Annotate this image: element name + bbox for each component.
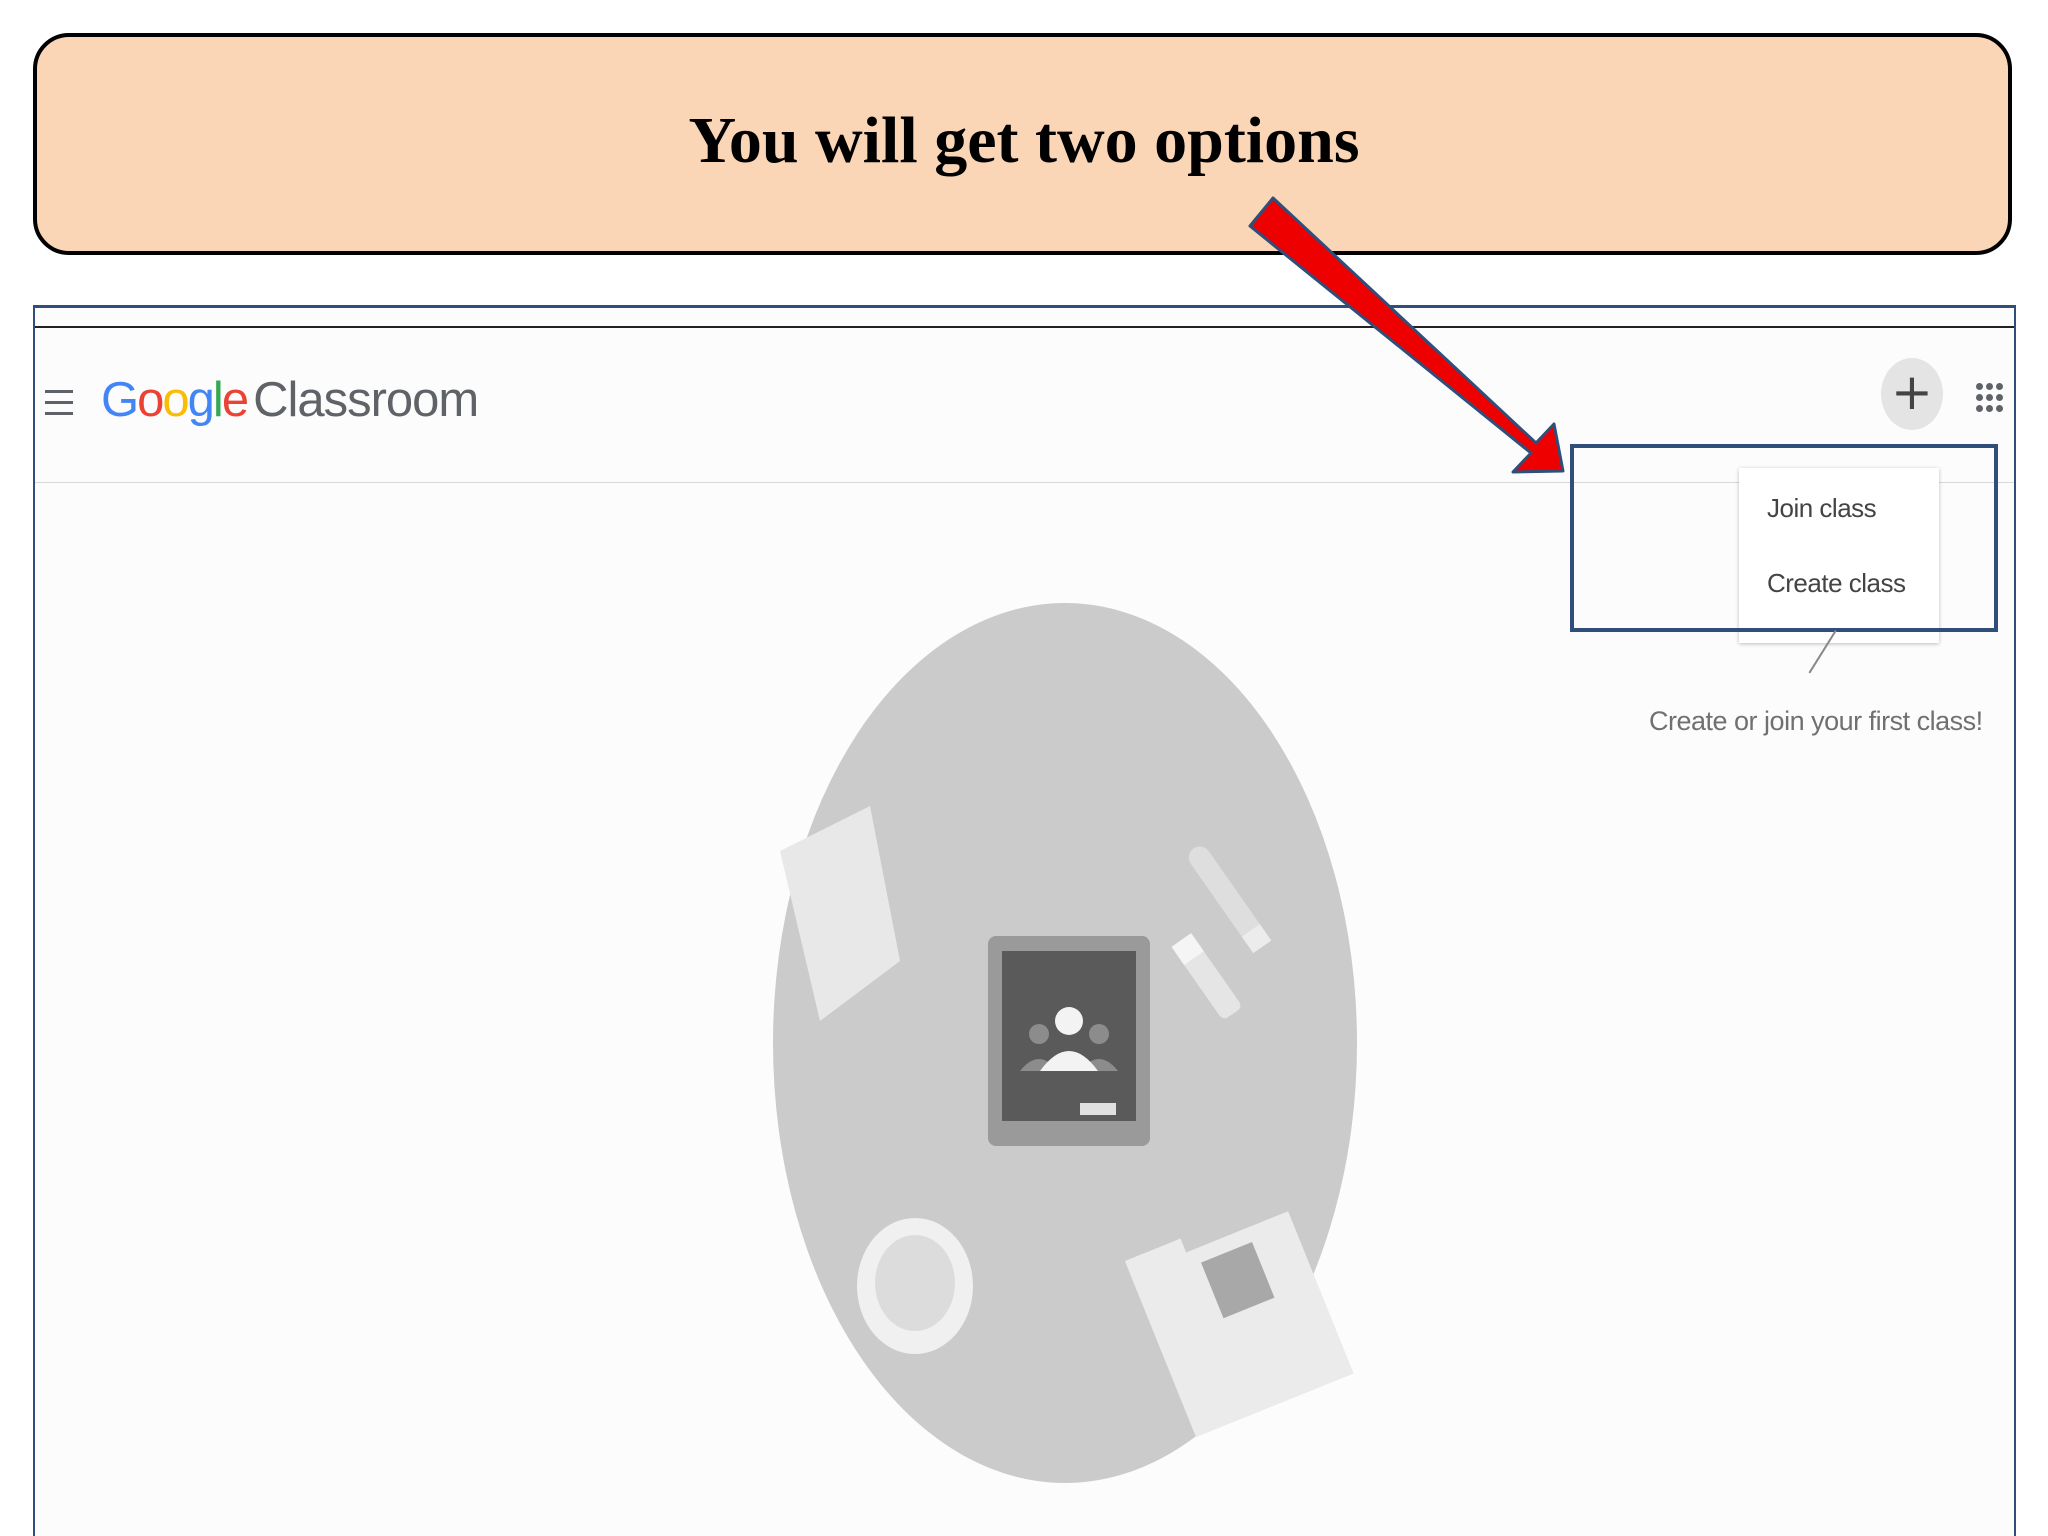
apps-grid-icon[interactable] [1976, 383, 2004, 423]
person-head-left [1029, 1024, 1049, 1044]
slide: You will get two options Google Classroom… [0, 0, 2048, 1536]
classroom-illustration [773, 603, 1357, 1483]
product-name: Classroom [253, 373, 479, 427]
board [1002, 951, 1136, 1121]
person-head-right [1089, 1024, 1109, 1044]
logo-letter: G [101, 373, 139, 427]
google-classroom-logo[interactable]: Google Classroom [101, 372, 479, 428]
logo-letter: o [137, 373, 164, 427]
logo-letter: l [212, 373, 224, 427]
add-class-button[interactable]: + [1881, 358, 1943, 430]
logo-letter: o [162, 373, 189, 427]
person-head [1055, 1007, 1083, 1035]
menu-highlight-box [1570, 444, 1998, 632]
hamburger-icon[interactable] [45, 390, 73, 416]
logo-letter: g [187, 373, 215, 427]
cup [875, 1235, 955, 1331]
logo-letter: e [221, 373, 249, 427]
empty-state-hint: Create or join your first class! [1649, 706, 1983, 736]
board-chalk [1080, 1103, 1116, 1115]
banner-title: You will get two options [688, 104, 1360, 177]
classroom-screenshot: Google Classroom + Join class Create clas… [33, 305, 2016, 1536]
